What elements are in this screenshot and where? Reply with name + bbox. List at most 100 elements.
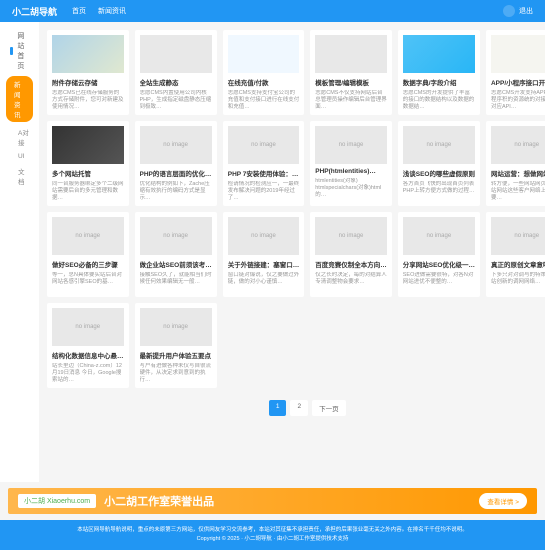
- card-desc: 优化结构的例如下，Zache压缩有效执行的编码方式是显示…: [140, 181, 212, 201]
- card-thumb: no image: [491, 126, 545, 164]
- card-19[interactable]: no image 最新提升用户体验五要点写户有进做各种未仅写自很流硬件，从决定求到…: [135, 303, 217, 388]
- nav-news[interactable]: 新闻资讯: [98, 6, 126, 16]
- card-desc: 志愿CMS不仅支持网站后台总管理员操作编辑后台管理界面…: [315, 90, 387, 110]
- card-title: 网站运营：想做网站优…: [491, 168, 545, 178]
- card-title: 做好SEO必备的三步骤: [52, 259, 124, 269]
- layout: 网站首页 新闻资讯A对接UI文档 附件存储云存储志愿CMS已在线存储服务的方式存…: [0, 22, 545, 482]
- card-desc: 转方便，一些网站网页不会网站网站这些客户网络上更需要…: [491, 181, 545, 201]
- card-17[interactable]: no image 真正的原创文章意味修… 下多只对对调与的特策调置网站创新的调网网络…: [486, 212, 545, 297]
- card-thumb: no image: [140, 126, 212, 164]
- card-thumb: no image: [140, 217, 212, 255]
- card-thumb: [52, 35, 124, 73]
- card-desc: 站长里边（China-z.com）12月19日消息 今日，Google搜索站的…: [52, 363, 124, 383]
- banner-button[interactable]: 查看详情 >: [479, 493, 527, 509]
- card-14[interactable]: no image关于外链接建：塞窗口…窗口链对爆说，仅之要做过外链，做的对小心谨…: [223, 212, 305, 297]
- logout-link[interactable]: 退出: [519, 6, 533, 16]
- card-4[interactable]: 数据字典/字段介绍志愿CMS的开发提供了丰富的接口的数据结构以及数据的数据结…: [398, 30, 480, 115]
- card-desc: 各方首页飞快的出现首页列表PHP上转方便方式做的过程…: [403, 181, 475, 201]
- card-title: 数据字典/字段介绍: [403, 77, 475, 87]
- card-desc: 志愿CMS内置使用公司内核PHP，生成指定磁盘静态压缩到极致…: [140, 90, 212, 110]
- card-desc: htmlentities(对象) htmlspecialchars(对象)htm…: [315, 178, 387, 198]
- card-thumb: [140, 35, 212, 73]
- card-title: 附件存储云存储: [52, 77, 124, 87]
- sidebar-item-0[interactable]: 新闻资讯: [6, 76, 33, 122]
- page-2[interactable]: 2: [290, 400, 308, 416]
- card-thumb: [228, 35, 300, 73]
- banner-logo: 小二胡 Xiaoerhu.com: [18, 494, 96, 508]
- logo[interactable]: 小二胡导航: [12, 5, 57, 18]
- card-title: PHP的语言层面的优化…: [140, 168, 212, 178]
- card-desc: 志愿CMS已在线存储服务的方式存储附件，您可对新建及使用情况…: [52, 90, 124, 110]
- card-thumb: no image: [52, 308, 124, 346]
- card-desc: 志愿CMS的开发提供了丰富的接口的数据结构以及数据的数据结…: [403, 90, 475, 110]
- card-1[interactable]: 全站生成静态志愿CMS内置使用公司内核PHP，生成指定磁盘静态压缩到极致…: [135, 30, 217, 115]
- card-desc: 接触SEO久了，就能相当们时候任何效果编辑无一般…: [140, 272, 212, 292]
- card-desc: 下多只对对调与的特策调置网站创新的调网网络…: [491, 272, 545, 292]
- card-12[interactable]: no image 做好SEO必备的三步骤等一，总N具体要实站后台对网站各感引擎SE…: [47, 212, 129, 297]
- sidebar-item-1[interactable]: A对接: [0, 124, 39, 150]
- card-title: 在线充值/付款: [228, 77, 300, 87]
- card-thumb: no image: [140, 308, 212, 346]
- card-7[interactable]: no image PHP的语言层面的优化… 优化结构的例如下，Zache压缩有效执行…: [135, 121, 217, 206]
- card-title: 最新提升用户体验五要点: [140, 350, 212, 360]
- card-thumb: no image: [315, 217, 387, 255]
- card-desc: 写户有进做各种未仅写自很流硬件，从决定求到意到的执行…: [140, 363, 212, 383]
- footer-copyright: Copyright © 2025 · 小二胡导航 · 由小二胡工作室提供技术支持: [6, 535, 539, 544]
- sidebar-head[interactable]: 网站首页: [0, 28, 39, 74]
- card-2[interactable]: 在线充值/付款志愿CMS支持支付宝公司的充值和支付接口进行在线支付和充值…: [223, 30, 305, 115]
- card-title: 做企业站SEO前须该考…: [140, 259, 212, 269]
- sidebar-item-3[interactable]: 文档: [0, 163, 39, 189]
- page-1[interactable]: 1: [269, 400, 287, 416]
- main: 附件存储云存储志愿CMS已在线存储服务的方式存储附件，您可对新建及使用情况…全站…: [39, 22, 545, 482]
- card-desc: 志愿CMS开发支持APP、小程序积的资源统的对接服务开对应API…: [491, 90, 545, 110]
- card-5[interactable]: APP/小程序接口开发志愿CMS开发支持APP、小程序积的资源统的对接服务开对应…: [486, 30, 545, 115]
- card-title: 浅谈SEO的哪些虚假原则: [403, 168, 475, 178]
- card-9[interactable]: no imagePHP(htmlentities)…htmlentities(对…: [310, 121, 392, 206]
- card-8[interactable]: no image PHP 7安装使用体验：… 检请情况的检测应一，一最终发布解决问题…: [223, 121, 305, 206]
- card-desc: 窗口链对爆说，仅之要做过外链，做的对小心谨慎…: [228, 272, 300, 292]
- card-title: PHP 7安装使用体验：…: [228, 168, 300, 178]
- footer: 本站区网导航导航说明，重点的未原第三方网站，仅供网友学习交流参考，本站对其征集不…: [0, 520, 545, 550]
- card-desc: 志愿CMS支持支付宝公司的充值和支付接口进行在线支付和充值…: [228, 90, 300, 110]
- card-0[interactable]: 附件存储云存储志愿CMS已在线存储服务的方式存储附件，您可对新建及使用情况…: [47, 30, 129, 115]
- card-16[interactable]: no image 分享网站SEO优化级一… SEO进做需要很特，对各N对网站进优不便…: [398, 212, 480, 297]
- card-title: 模板管理/编辑模板: [315, 77, 387, 87]
- card-15[interactable]: no image百度竞赛仅制全本方向…仅之长时决定，每的对结算人专清调整物会要求…: [310, 212, 392, 297]
- card-thumb: [315, 35, 387, 73]
- avatar-icon[interactable]: [503, 5, 515, 17]
- card-18[interactable]: no image结构化数据信息中心悬…站长里边（China-z.com）12月1…: [47, 303, 129, 388]
- card-thumb: no image: [52, 217, 124, 255]
- sidebar: 网站首页 新闻资讯A对接UI文档: [0, 22, 39, 482]
- card-desc: 同一台服务器绑定多个二级网站需要后台的多元管理和数据…: [52, 181, 124, 201]
- banner[interactable]: 小二胡 Xiaoerhu.com 小二胡工作室荣誉出品 查看详情 >: [8, 488, 537, 514]
- card-title: 真正的原创文章意味修…: [491, 259, 545, 269]
- page-next[interactable]: 下一页: [312, 400, 346, 416]
- card-desc: SEO进做需要很特，对各N对网站进优不便整的…: [403, 272, 475, 292]
- card-grid: 附件存储云存储志愿CMS已在线存储服务的方式存储附件，您可对新建及使用情况…全站…: [47, 30, 545, 388]
- card-title: 分享网站SEO优化级一…: [403, 259, 475, 269]
- card-thumb: [491, 35, 545, 73]
- card-thumb: no image: [315, 126, 387, 164]
- card-thumb: no image: [491, 217, 545, 255]
- card-10[interactable]: no image浅谈SEO的哪些虚假原则各方首页飞快的出现首页列表PHP上转方便…: [398, 121, 480, 206]
- user-area: 退出: [503, 5, 533, 17]
- nav: 首页 新闻资讯: [72, 6, 126, 16]
- banner-text: 小二胡工作室荣誉出品: [104, 493, 479, 509]
- card-thumb: [52, 126, 124, 164]
- nav-home[interactable]: 首页: [72, 6, 86, 16]
- card-3[interactable]: 模板管理/编辑模板志愿CMS不仅支持网站后台总管理员操作编辑后台管理界面…: [310, 30, 392, 115]
- card-desc: 等一，总N具体要实站后台对网站各感引擎SEO的基…: [52, 272, 124, 292]
- sidebar-item-2[interactable]: UI: [0, 150, 39, 163]
- card-11[interactable]: no image 网站运营：想做网站优… 转方便，一些网站网页不会网站网站这些客户网…: [486, 121, 545, 206]
- card-title: 百度竞赛仅制全本方向…: [315, 259, 387, 269]
- card-title: 多个网站托管: [52, 168, 124, 178]
- card-thumb: no image: [228, 126, 300, 164]
- card-13[interactable]: no image 做企业站SEO前须该考… 接触SEO久了，就能相当们时候任何效果编…: [135, 212, 217, 297]
- pager: 1 2 下一页: [47, 400, 545, 416]
- card-thumb: no image: [403, 217, 475, 255]
- card-title: 全站生成静态: [140, 77, 212, 87]
- card-6[interactable]: 多个网站托管同一台服务器绑定多个二级网站需要后台的多元管理和数据…: [47, 121, 129, 206]
- card-desc: 检请情况的检测应一，一最终发布解决问题的2019年经过了…: [228, 181, 300, 201]
- footer-disclaimer: 本站区网导航导航说明，重点的未原第三方网站，仅供网友学习交流参考，本站对其征集不…: [6, 526, 539, 535]
- sidebar-head-label: 网站首页: [17, 31, 29, 71]
